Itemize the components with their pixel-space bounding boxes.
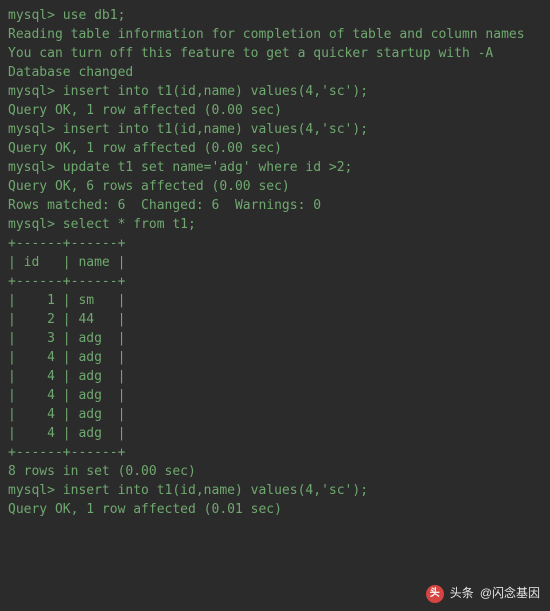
terminal-line: Query OK, 6 rows affected (0.00 sec)	[8, 177, 542, 196]
watermark-icon: 头	[426, 585, 444, 603]
terminal-output: mysql> use db1;Reading table information…	[0, 0, 550, 525]
terminal-line: Rows matched: 6 Changed: 6 Warnings: 0	[8, 196, 542, 215]
terminal-line: +------+------+	[8, 272, 542, 291]
terminal-line: | 4 | adg |	[8, 348, 542, 367]
terminal-line: | 2 | 44 |	[8, 310, 542, 329]
terminal-line: | 1 | sm |	[8, 291, 542, 310]
terminal-line: mysql> insert into t1(id,name) values(4,…	[8, 82, 542, 101]
terminal-line: | 4 | adg |	[8, 367, 542, 386]
terminal-line: mysql> select * from t1;	[8, 215, 542, 234]
watermark-prefix: 头条	[450, 584, 474, 603]
terminal-line: mysql> use db1;	[8, 6, 542, 25]
watermark-author: @闪念基因	[480, 584, 540, 603]
terminal-line: mysql> insert into t1(id,name) values(4,…	[8, 481, 542, 500]
terminal-line: Query OK, 1 row affected (0.01 sec)	[8, 500, 542, 519]
terminal-line: mysql> update t1 set name='adg' where id…	[8, 158, 542, 177]
terminal-line: Database changed	[8, 63, 542, 82]
watermark: 头 头条 @闪念基因	[426, 584, 540, 603]
terminal-line: Query OK, 1 row affected (0.00 sec)	[8, 101, 542, 120]
terminal-line: | 3 | adg |	[8, 329, 542, 348]
terminal-line: 8 rows in set (0.00 sec)	[8, 462, 542, 481]
terminal-line: You can turn off this feature to get a q…	[8, 44, 542, 63]
terminal-line: | 4 | adg |	[8, 386, 542, 405]
terminal-line: +------+------+	[8, 443, 542, 462]
terminal-line: Query OK, 1 row affected (0.00 sec)	[8, 139, 542, 158]
terminal-line: | id | name |	[8, 253, 542, 272]
terminal-line: +------+------+	[8, 234, 542, 253]
terminal-line: Reading table information for completion…	[8, 25, 542, 44]
terminal-line: | 4 | adg |	[8, 405, 542, 424]
terminal-line: mysql> insert into t1(id,name) values(4,…	[8, 120, 542, 139]
terminal-line: | 4 | adg |	[8, 424, 542, 443]
